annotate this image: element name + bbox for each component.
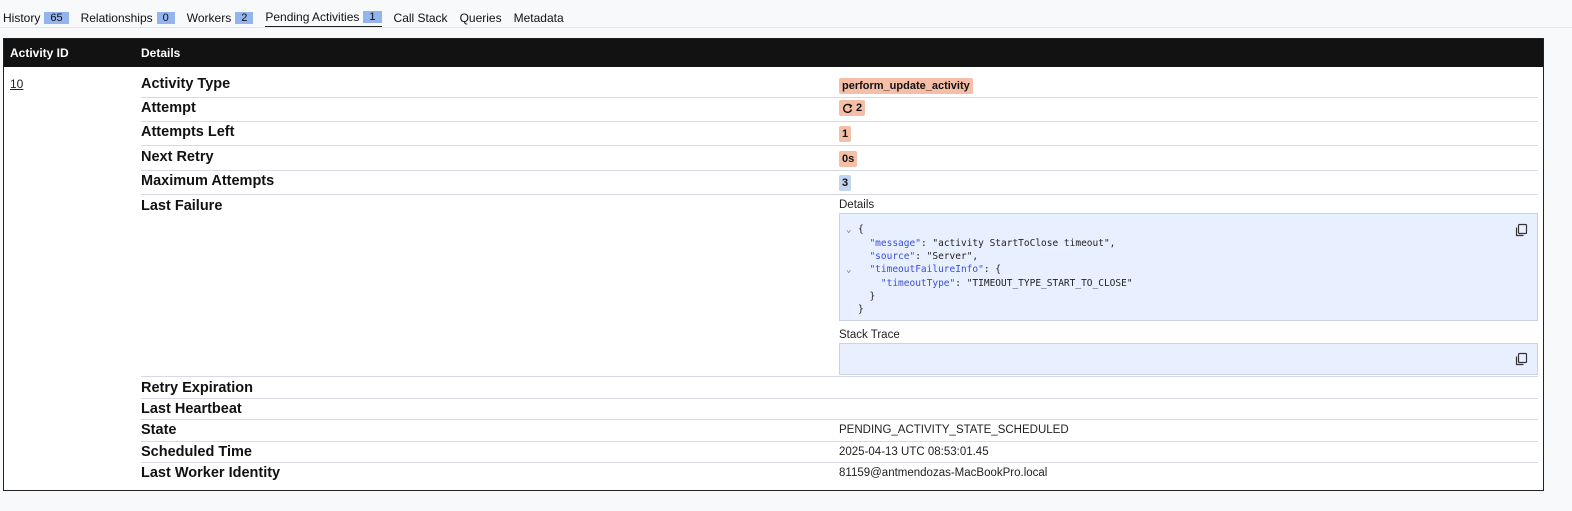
- tab-history[interactable]: History 65: [3, 11, 69, 27]
- tab-label: Pending Activities: [265, 10, 360, 24]
- attempt-count: 2: [856, 102, 863, 114]
- detail-label: Retry Expiration: [141, 380, 253, 396]
- detail-label: Attempts Left: [141, 124, 235, 140]
- detail-row-last-heartbeat: Last Heartbeat: [141, 399, 1538, 420]
- json-viewer: ⌄{ "message": "activity StartToClose tim…: [846, 223, 1133, 316]
- next-retry-badge: 0s: [839, 151, 858, 167]
- tab-label: Queries: [459, 10, 502, 25]
- json-line: "timeoutType": "TIMEOUT_TYPE_START_TO_CL…: [880, 278, 1133, 289]
- detail-row-activity-type: Activity Type perform_update_activity: [141, 74, 1538, 98]
- json-line: }: [869, 291, 876, 302]
- attempts-left-badge: 1: [839, 126, 852, 142]
- detail-label: State: [141, 422, 177, 438]
- tab-label: History: [3, 10, 41, 25]
- maximum-attempts-badge: 3: [839, 175, 852, 191]
- tab-pending-activities[interactable]: Pending Activities 1: [265, 10, 382, 27]
- tab-workers[interactable]: Workers 2: [187, 11, 254, 27]
- detail-row-maximum-attempts: Maximum Attempts 3: [141, 171, 1538, 195]
- json-line: }: [858, 304, 864, 315]
- json-line: "message": "activity StartToClose timeou…: [869, 238, 1116, 249]
- count-badge: 1: [363, 11, 382, 23]
- detail-label: Maximum Attempts: [141, 173, 275, 189]
- tab-label: Workers: [186, 10, 232, 25]
- detail-row-last-worker-identity: Last Worker Identity 81159@antmendozas-M…: [141, 463, 1538, 487]
- failure-details-json: ⌄{ "message": "activity StartToClose tim…: [839, 213, 1538, 321]
- detail-row-last-failure: Last Failure Details ⌄{ "message": "acti…: [141, 195, 1538, 377]
- failure-details-label: Details: [839, 199, 875, 211]
- column-header-activity-id: Activity ID: [10, 46, 69, 60]
- tab-label: Metadata: [513, 10, 564, 25]
- tab-relationships[interactable]: Relationships 0: [81, 11, 175, 27]
- detail-row-scheduled-time: Scheduled Time 2025-04-13 UTC 08:53:01.4…: [141, 442, 1538, 463]
- detail-row-attempt: Attempt 2: [141, 98, 1538, 122]
- tab-call-stack[interactable]: Call Stack: [394, 11, 448, 27]
- tab-metadata[interactable]: Metadata: [514, 11, 564, 27]
- table-header: Activity ID Details: [4, 39, 1543, 67]
- activity-type-badge: perform_update_activity: [839, 78, 973, 94]
- copy-icon[interactable]: [1514, 352, 1528, 366]
- count-badge: 2: [235, 11, 254, 24]
- tab-label: Relationships: [80, 10, 153, 25]
- count-badge: 65: [44, 11, 69, 24]
- scheduled-time-value: 2025-04-13 UTC 08:53:01.45: [839, 446, 989, 458]
- last-worker-identity-value: 81159@antmendozas-MacBookPro.local: [839, 467, 1048, 479]
- json-key: "message": [869, 238, 921, 249]
- attempt-badge: 2: [839, 100, 866, 116]
- json-line: ⌄{: [846, 224, 864, 237]
- activity-id-link[interactable]: 10: [10, 77, 23, 91]
- json-key: "timeoutType": [880, 278, 956, 289]
- detail-row-next-retry: Next Retry 0s: [141, 146, 1538, 171]
- tab-divider: [0, 27, 1572, 28]
- state-value: PENDING_ACTIVITY_STATE_SCHEDULED: [839, 424, 1069, 436]
- tab-queries[interactable]: Queries: [460, 11, 502, 27]
- detail-label: Last Failure: [141, 198, 223, 214]
- json-key: "source": [869, 251, 916, 262]
- detail-label: Last Worker Identity: [141, 465, 281, 481]
- tab-label: Call Stack: [393, 10, 448, 25]
- detail-label: Next Retry: [141, 149, 214, 165]
- json-key: "timeoutFailureInfo": [869, 264, 984, 275]
- detail-label: Last Heartbeat: [141, 401, 242, 417]
- chevron-down-icon[interactable]: ⌄: [846, 224, 858, 237]
- stack-trace-box: [839, 343, 1538, 375]
- detail-row-attempts-left: Attempts Left 1: [141, 122, 1538, 146]
- count-badge: 0: [156, 11, 175, 24]
- chevron-down-icon[interactable]: ⌄: [846, 264, 858, 277]
- detail-label: Attempt: [141, 100, 196, 116]
- column-header-details: Details: [141, 46, 181, 60]
- pending-activities-table: Activity ID Details 10 Activity Type per…: [3, 38, 1544, 491]
- copy-icon[interactable]: [1514, 223, 1528, 237]
- retry-icon: [843, 103, 853, 113]
- stack-trace-label: Stack Trace: [839, 329, 900, 341]
- json-line: "source": "Server",: [869, 251, 979, 262]
- detail-row-state: State PENDING_ACTIVITY_STATE_SCHEDULED: [141, 420, 1538, 442]
- detail-label: Activity Type: [141, 76, 231, 92]
- json-line: ⌄ "timeoutFailureInfo": {: [846, 264, 1002, 277]
- tab-bar: History 65 Relationships 0 Workers 2 Pen…: [3, 10, 564, 27]
- detail-row-retry-expiration: Retry Expiration: [141, 377, 1538, 399]
- detail-label: Scheduled Time: [141, 444, 252, 460]
